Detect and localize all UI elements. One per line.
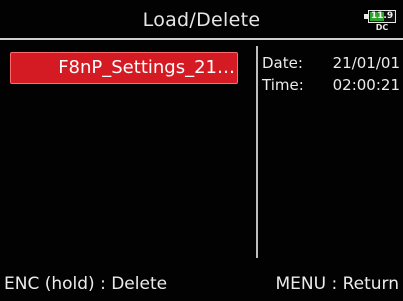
return-hint: MENU : Return	[275, 274, 399, 294]
panel-divider	[256, 46, 258, 258]
time-value: 02:00:21	[332, 76, 400, 94]
list-item-selected[interactable]: F8nP_Settings_21…	[10, 52, 238, 84]
time-row: Time: 02:00:21	[260, 74, 400, 96]
delete-hint: ENC (hold) : Delete	[4, 274, 168, 294]
power-source-label: DC	[375, 23, 389, 32]
file-name: F8nP_Settings_21…	[58, 57, 235, 78]
footer-hints: ENC (hold) : Delete MENU : Return	[0, 270, 403, 301]
date-row: Date: 21/01/01	[260, 52, 400, 74]
settings-file-list[interactable]: F8nP_Settings_21…	[10, 52, 240, 252]
date-label: Date:	[262, 54, 303, 72]
screen-title: Load/Delete	[142, 9, 261, 31]
time-label: Time:	[262, 76, 304, 94]
battery-voltage: 11.9	[370, 11, 394, 21]
title-bar: Load/Delete 11.9 DC	[0, 0, 403, 40]
battery-indicator: 11.9 DC	[364, 8, 400, 34]
title-divider	[0, 38, 403, 40]
device-screen: Load/Delete 11.9 DC F8nP_Settings_21… Da…	[0, 0, 403, 301]
file-info-panel: Date: 21/01/01 Time: 02:00:21	[260, 50, 400, 110]
date-value: 21/01/01	[332, 54, 400, 72]
